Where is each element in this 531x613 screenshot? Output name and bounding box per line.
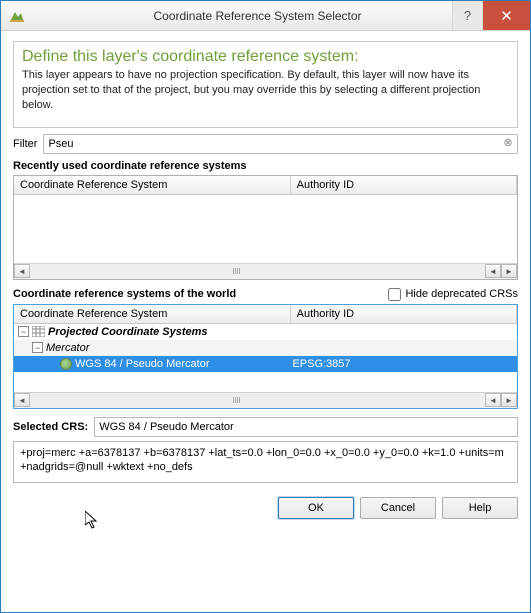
scroll-left-icon[interactable]: ◄ bbox=[14, 393, 30, 407]
scroll-right-icon-2[interactable]: ► bbox=[501, 393, 517, 407]
expand-toggle-icon[interactable]: − bbox=[18, 326, 29, 337]
button-row: OK Cancel Help bbox=[13, 497, 518, 519]
hide-deprecated-checkbox[interactable] bbox=[388, 288, 401, 301]
recent-table: Coordinate Reference System Authority ID… bbox=[13, 175, 518, 280]
hide-deprecated-label: Hide deprecated CRSs bbox=[405, 288, 518, 300]
ok-button[interactable]: OK bbox=[278, 497, 354, 519]
scroll-track[interactable] bbox=[30, 393, 485, 407]
globe-icon bbox=[60, 358, 72, 370]
world-table-header: Coordinate Reference System Authority ID bbox=[14, 305, 517, 324]
selected-crs-row: Selected CRS: bbox=[13, 417, 518, 437]
close-window-button[interactable]: ✕ bbox=[482, 1, 530, 30]
world-header-crs[interactable]: Coordinate Reference System bbox=[14, 305, 291, 323]
info-description: This layer appears to have no projection… bbox=[22, 68, 509, 113]
dialog-content: Define this layer's coordinate reference… bbox=[1, 31, 530, 527]
world-table-body[interactable]: − Projected Coordinate Systems − Mercato… bbox=[14, 324, 517, 392]
tree-root-label: Projected Coordinate Systems bbox=[48, 326, 208, 338]
recent-label: Recently used coordinate reference syste… bbox=[13, 160, 518, 172]
tree-selected-label: WGS 84 / Pseudo Mercator bbox=[75, 358, 210, 370]
world-header-row: Coordinate reference systems of the worl… bbox=[13, 288, 518, 301]
info-box: Define this layer's coordinate reference… bbox=[13, 41, 518, 128]
tree-child-label: Mercator bbox=[46, 342, 89, 354]
expand-toggle-icon[interactable]: − bbox=[32, 342, 43, 353]
world-table: Coordinate Reference System Authority ID… bbox=[13, 304, 518, 409]
filter-input[interactable] bbox=[44, 136, 501, 152]
tree-row-child[interactable]: − Mercator bbox=[14, 340, 517, 356]
selected-crs-label: Selected CRS: bbox=[13, 421, 88, 433]
help-window-button[interactable]: ? bbox=[452, 1, 482, 30]
tree-selected-auth: EPSG:3857 bbox=[292, 358, 517, 370]
world-label: Coordinate reference systems of the worl… bbox=[13, 288, 388, 300]
window-controls: ? ✕ bbox=[452, 1, 530, 30]
filter-input-wrap: ⊗ bbox=[43, 134, 518, 154]
titlebar: Coordinate Reference System Selector ? ✕ bbox=[1, 1, 530, 31]
grid-icon bbox=[32, 326, 45, 337]
scroll-right-icon[interactable]: ◄ bbox=[485, 393, 501, 407]
info-heading: Define this layer's coordinate reference… bbox=[22, 48, 509, 66]
world-hscrollbar[interactable]: ◄ ◄ ► bbox=[14, 392, 517, 408]
recent-hscrollbar[interactable]: ◄ ◄ ► bbox=[14, 263, 517, 279]
recent-header-crs[interactable]: Coordinate Reference System bbox=[14, 176, 291, 194]
help-button[interactable]: Help bbox=[442, 497, 518, 519]
world-header-auth[interactable]: Authority ID bbox=[291, 305, 517, 323]
cancel-button[interactable]: Cancel bbox=[360, 497, 436, 519]
app-icon bbox=[9, 8, 25, 24]
clear-filter-icon[interactable]: ⊗ bbox=[501, 137, 515, 151]
selected-crs-input[interactable] bbox=[94, 417, 518, 437]
hide-deprecated-wrap[interactable]: Hide deprecated CRSs bbox=[388, 288, 518, 301]
filter-label: Filter bbox=[13, 138, 37, 150]
tree-row-root[interactable]: − Projected Coordinate Systems bbox=[14, 324, 517, 340]
scroll-right-icon[interactable]: ◄ bbox=[485, 264, 501, 278]
proj-string-box[interactable]: +proj=merc +a=6378137 +b=6378137 +lat_ts… bbox=[13, 441, 518, 483]
recent-table-header: Coordinate Reference System Authority ID bbox=[14, 176, 517, 195]
scroll-right-icon-2[interactable]: ► bbox=[501, 264, 517, 278]
filter-row: Filter ⊗ bbox=[13, 134, 518, 154]
recent-table-body[interactable] bbox=[14, 195, 517, 263]
scroll-track[interactable] bbox=[30, 264, 485, 278]
tree-row-selected[interactable]: WGS 84 / Pseudo Mercator EPSG:3857 bbox=[14, 356, 517, 372]
scroll-left-icon[interactable]: ◄ bbox=[14, 264, 30, 278]
cursor-icon bbox=[85, 511, 101, 531]
recent-header-auth[interactable]: Authority ID bbox=[291, 176, 517, 194]
